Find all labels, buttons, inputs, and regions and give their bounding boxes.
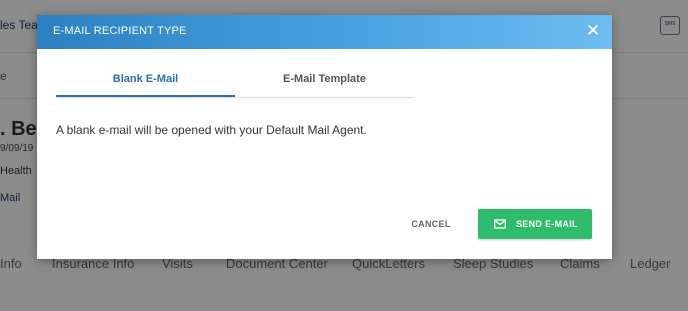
cancel-button[interactable]: CANCEL xyxy=(401,210,461,238)
close-icon[interactable]: ✕ xyxy=(584,21,602,41)
dialog-message: A blank e-mail will be opened with your … xyxy=(56,123,367,137)
active-tab-indicator xyxy=(56,95,235,97)
send-email-button[interactable]: SEND E-MAIL xyxy=(478,209,592,239)
tab-email-template[interactable]: E-Mail Template xyxy=(235,73,414,97)
email-recipient-dialog: E-MAIL RECIPIENT TYPE ✕ Blank E-Mail E-M… xyxy=(37,15,612,259)
dialog-title: E-MAIL RECIPIENT TYPE xyxy=(53,25,187,37)
tab-blank-email[interactable]: Blank E-Mail xyxy=(56,73,235,97)
email-type-tabs: Blank E-Mail E-Mail Template xyxy=(56,73,414,98)
send-email-label: SEND E-MAIL xyxy=(516,219,578,229)
envelope-icon xyxy=(494,219,506,229)
dialog-header: E-MAIL RECIPIENT TYPE ✕ xyxy=(37,15,612,49)
